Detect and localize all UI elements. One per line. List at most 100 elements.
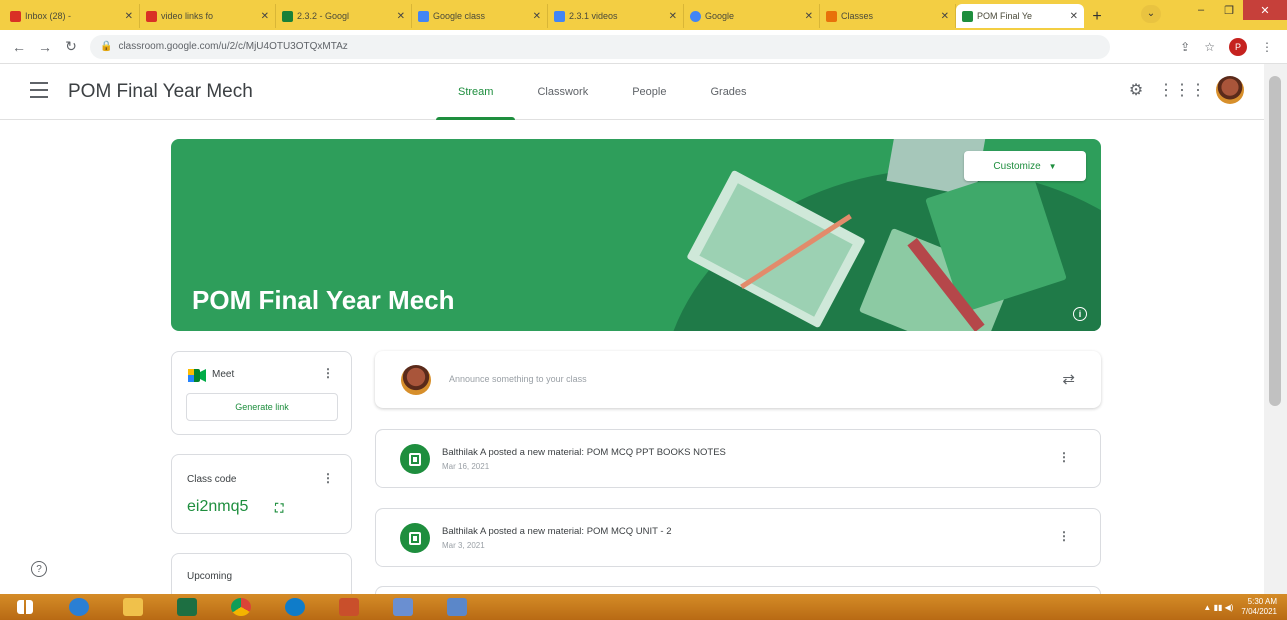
browser-tab[interactable]: Google class ✕	[412, 4, 548, 28]
drive-favicon-icon	[282, 10, 293, 22]
close-window-button[interactable]: ✕	[1243, 0, 1287, 20]
browser-menu-icon[interactable]: ⋮	[1261, 40, 1273, 54]
share-icon[interactable]: ⇪	[1180, 40, 1190, 54]
class-title[interactable]: POM Final Year Mech	[68, 81, 253, 103]
post-date: Mar 16, 2021	[442, 462, 490, 471]
tab-close-icon[interactable]: ✕	[1070, 11, 1078, 22]
fullscreen-expand-icon[interactable]: ⛶	[275, 501, 283, 516]
browser-tab[interactable]: 2.3.1 videos ✕	[548, 4, 684, 28]
post-title: Balthilak A posted a new material: POM M…	[442, 447, 726, 458]
announce-placeholder[interactable]: Announce something to your class	[449, 374, 587, 384]
browser-tab[interactable]: video links fo ✕	[140, 4, 276, 28]
tab-close-icon[interactable]: ✕	[533, 11, 541, 22]
stream-post[interactable]: Balthilak A posted a new material: POM M…	[375, 508, 1101, 567]
tab-classwork[interactable]: Classwork	[515, 64, 610, 120]
account-avatar[interactable]	[1216, 76, 1244, 104]
tab-label: Google	[705, 11, 735, 21]
meet-more-options-icon[interactable]: ⋮	[322, 366, 334, 380]
browser-tab[interactable]: Google ✕	[684, 4, 820, 28]
url-text: classroom.google.com/u/2/c/MjU4OTU3OTQxM…	[118, 41, 348, 52]
google-meet-icon	[188, 369, 206, 382]
class-code-more-options-icon[interactable]: ⋮	[322, 471, 334, 485]
browser-tab[interactable]: Classes ✕	[820, 4, 956, 28]
post-title: Balthilak A posted a new material: POM M…	[442, 526, 672, 537]
bookmark-star-icon[interactable]: ☆	[1204, 40, 1215, 54]
reuse-post-icon[interactable]: ⇄	[1062, 370, 1075, 388]
docs-favicon-icon	[554, 10, 565, 22]
material-icon	[400, 444, 430, 474]
class-code-value: ei2nmq5	[187, 498, 249, 515]
post-more-options-icon[interactable]: ⋮	[1058, 529, 1070, 543]
app-icon[interactable]	[378, 595, 428, 619]
class-nav-tabs: Stream Classwork People Grades	[436, 64, 769, 120]
main-menu-icon[interactable]	[30, 82, 48, 98]
tab-label: 2.3.2 - Googl	[297, 11, 350, 21]
edge-icon[interactable]	[270, 595, 320, 619]
app-icon[interactable]	[324, 595, 374, 619]
window-controls: – ❐ ✕	[1187, 0, 1287, 22]
stream-post[interactable]: Balthilak A posted a new material: POM M…	[375, 429, 1101, 488]
docs-favicon-icon	[418, 10, 429, 22]
help-icon[interactable]: ?	[31, 561, 47, 577]
class-info-icon[interactable]: i	[1073, 307, 1087, 321]
post-more-options-icon[interactable]: ⋮	[1058, 450, 1070, 464]
reload-icon[interactable]: ↻	[58, 38, 84, 55]
browser-tab[interactable]: Inbox (28) - ✕	[4, 4, 140, 28]
page-scrollbar[interactable]	[1264, 64, 1287, 594]
dropdown-arrow-icon: ▼	[1048, 161, 1057, 171]
back-icon[interactable]: ←	[6, 39, 32, 55]
meet-card: Meet ⋮ Generate link	[171, 351, 352, 435]
class-code-label: Class code	[187, 474, 237, 485]
browser-tab-active[interactable]: POM Final Ye ✕	[956, 4, 1084, 28]
tab-label: video links fo	[161, 11, 214, 21]
class-code-card: Class code ⋮ ei2nmq5 ⛶	[171, 454, 352, 534]
post-date: Mar 3, 2021	[442, 541, 485, 550]
tab-grades[interactable]: Grades	[688, 64, 768, 120]
generate-link-button[interactable]: Generate link	[186, 393, 338, 421]
url-field[interactable]: 🔒 classroom.google.com/u/2/c/MjU4OTU3OTQ…	[90, 34, 1110, 59]
clock[interactable]: 5:30 AM 7/04/2021	[1241, 597, 1277, 617]
windows-start-icon[interactable]	[0, 595, 50, 619]
browser-tabs: Inbox (28) - ✕ video links fo ✕ 2.3.2 - G…	[4, 4, 1110, 30]
internet-explorer-icon[interactable]	[54, 595, 104, 619]
tab-close-icon[interactable]: ✕	[261, 11, 269, 22]
new-tab-button[interactable]: +	[1084, 4, 1110, 30]
tab-close-icon[interactable]: ✕	[125, 11, 133, 22]
tab-label: POM Final Ye	[977, 11, 1033, 21]
forward-icon[interactable]: →	[32, 39, 58, 55]
calculator-app-icon[interactable]	[162, 595, 212, 619]
apps-grid-icon[interactable]: ⋮⋮⋮	[1158, 78, 1206, 102]
restore-button[interactable]: ❐	[1215, 0, 1243, 20]
classroom-header: POM Final Year Mech Stream Classwork Peo…	[0, 64, 1264, 120]
announce-box[interactable]: Announce something to your class ⇄	[375, 351, 1101, 408]
tab-close-icon[interactable]: ✕	[805, 11, 813, 22]
stream-post[interactable]	[375, 586, 1101, 594]
tab-close-icon[interactable]: ✕	[669, 11, 677, 22]
tab-close-icon[interactable]: ✕	[941, 11, 949, 22]
gmail-favicon-icon	[10, 10, 21, 22]
customize-button[interactable]: Customize ▼	[964, 151, 1086, 181]
upcoming-label: Upcoming	[187, 571, 233, 582]
system-tray: ▲ ▮▮ ◀) 5:30 AM 7/04/2021	[1203, 597, 1287, 617]
scrollbar-thumb[interactable]	[1269, 76, 1281, 406]
lock-icon: 🔒	[100, 41, 113, 52]
settings-gear-icon[interactable]: ⚙	[1124, 78, 1148, 102]
tab-people[interactable]: People	[610, 64, 688, 120]
file-explorer-icon[interactable]	[108, 595, 158, 619]
tab-stream[interactable]: Stream	[436, 64, 516, 120]
profile-avatar[interactable]: P	[1229, 37, 1247, 56]
clock-date: 7/04/2021	[1241, 607, 1277, 616]
tab-search-icon[interactable]: ⌄	[1141, 5, 1161, 23]
classes-favicon-icon	[826, 10, 837, 22]
material-icon	[400, 523, 430, 553]
tray-icons[interactable]: ▲ ▮▮ ◀)	[1203, 603, 1233, 612]
customize-label: Customize	[993, 160, 1041, 172]
meet-label: Meet	[212, 369, 235, 380]
chrome-icon[interactable]	[216, 595, 266, 619]
minimize-button[interactable]: –	[1187, 0, 1215, 20]
browser-tab[interactable]: 2.3.2 - Googl ✕	[276, 4, 412, 28]
banner-title: POM Final Year Mech	[192, 285, 455, 315]
app-icon[interactable]	[432, 595, 482, 619]
tab-close-icon[interactable]: ✕	[397, 11, 405, 22]
user-avatar	[401, 365, 431, 395]
